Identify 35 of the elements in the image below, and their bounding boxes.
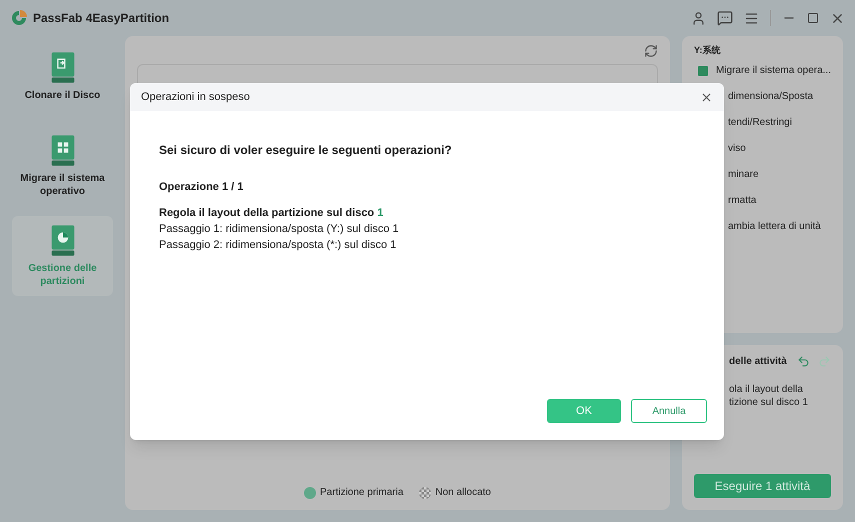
feedback-icon[interactable] xyxy=(717,10,733,26)
drive-icon xyxy=(50,50,76,84)
maximize-icon[interactable] xyxy=(807,12,819,24)
sidebar-item[interactable]: Clonare il Disco xyxy=(12,36,113,116)
action-item[interactable]: tendi/Restringi xyxy=(728,115,792,130)
app-title: PassFab 4EasyPartition xyxy=(33,10,170,27)
account-icon[interactable] xyxy=(691,10,706,26)
operation-counter: Operazione 1 / 1 xyxy=(159,180,244,195)
operation-step: Passaggio 2: ridimensiona/sposta (*:) sul disco 1 xyxy=(159,237,695,253)
close-icon[interactable] xyxy=(700,90,713,104)
action-item[interactable]: Migrare il sistema opera... xyxy=(716,63,831,78)
migrate-icon xyxy=(698,66,708,76)
task-text: ola il layout della xyxy=(729,383,804,396)
dialog-question: Sei sicuro di voler eseguire le seguenti operazioni? xyxy=(159,142,453,159)
action-item[interactable]: minare xyxy=(728,167,759,182)
drive-icon xyxy=(50,224,76,258)
logo-icon xyxy=(10,9,28,27)
sidebar-item[interactable]: Migrare il sistema operativo xyxy=(12,126,113,206)
partition-title: Y:系统 xyxy=(694,44,722,57)
action-item[interactable]: dimensiona/Sposta xyxy=(728,89,814,104)
action-item[interactable]: ambia lettera di unità xyxy=(728,219,821,234)
drive-icon xyxy=(50,134,76,168)
task-text: tizione sul disco 1 xyxy=(729,396,809,409)
action-item[interactable]: rmatta xyxy=(728,193,756,208)
legend-label: Non allocato xyxy=(435,486,491,500)
menu-icon[interactable] xyxy=(744,10,759,26)
tasks-title: delle attività xyxy=(729,355,787,369)
dialog-title: Operazioni in sospeso xyxy=(141,90,250,105)
legend-label: Partizione primaria xyxy=(320,486,404,500)
operation-title: Regola il layout della partizione sul disco 1 xyxy=(159,206,384,220)
operation-step: Passaggio 1: ridimensiona/sposta (Y:) sul disco 1 xyxy=(159,221,695,237)
checker-icon xyxy=(419,486,432,498)
refresh-icon[interactable] xyxy=(644,44,658,58)
action-item[interactable]: viso xyxy=(728,141,746,156)
cancel-button[interactable]: Annulla xyxy=(631,399,707,423)
